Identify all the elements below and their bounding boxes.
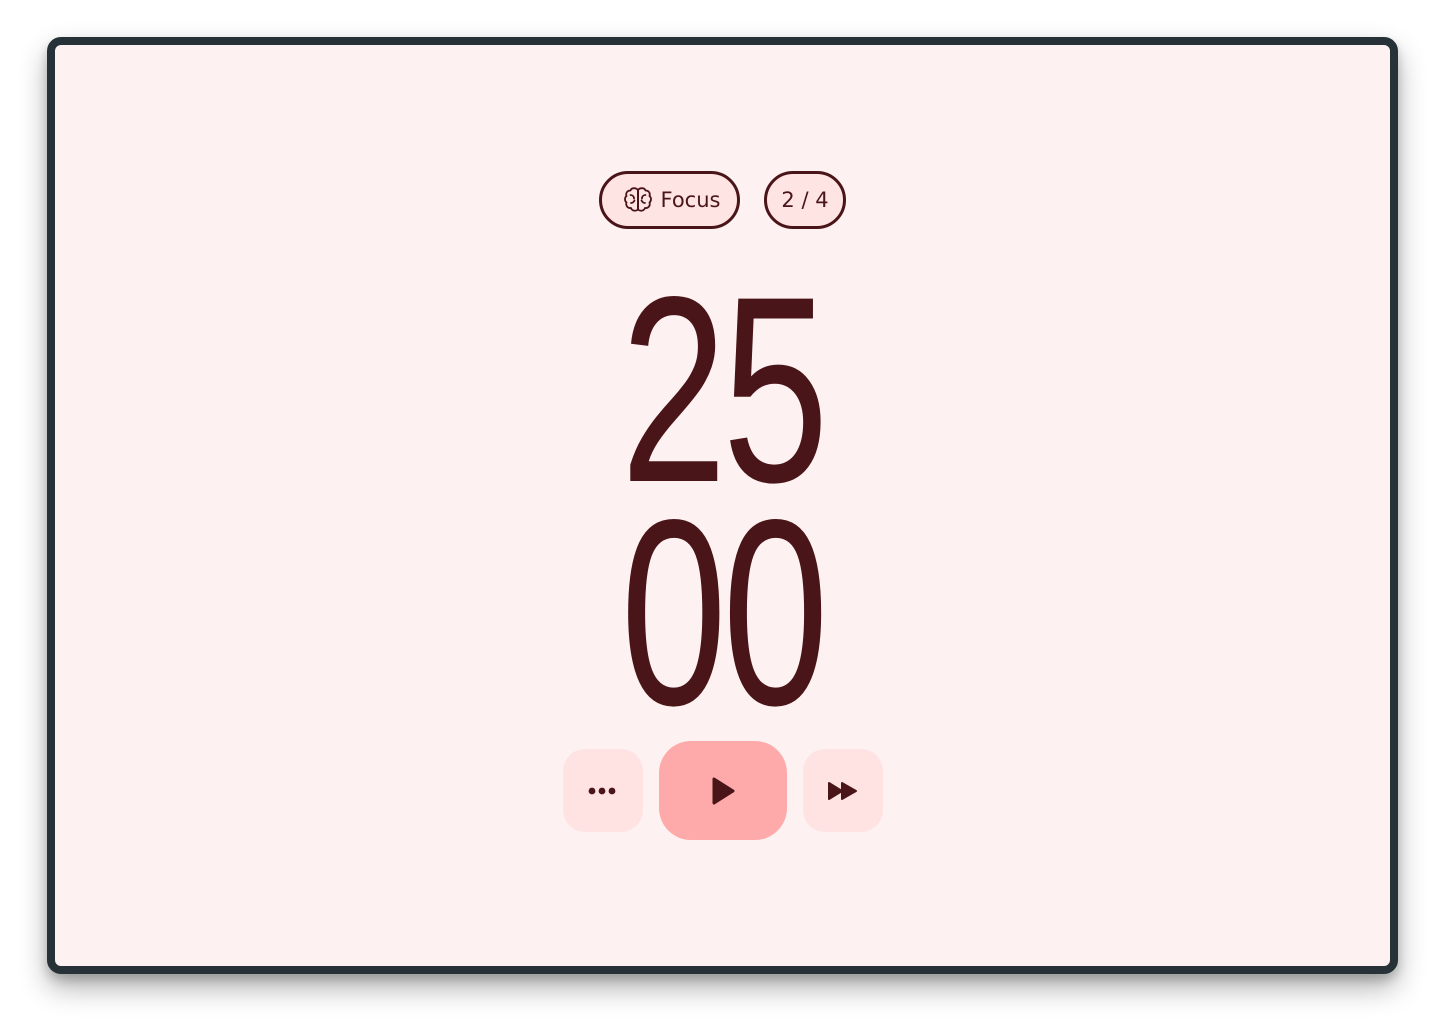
fast-forward-icon xyxy=(827,781,859,801)
more-horizontal-icon xyxy=(588,787,618,795)
play-icon xyxy=(710,776,736,806)
skip-button[interactable] xyxy=(803,749,883,832)
brain-icon xyxy=(623,186,653,214)
more-options-button[interactable] xyxy=(563,749,643,832)
app-window: Focus 2 / 4 25 00 xyxy=(47,37,1398,974)
play-button[interactable] xyxy=(659,741,787,840)
session-counter-label: 2 / 4 xyxy=(781,188,829,212)
mode-label: Focus xyxy=(660,188,721,212)
mode-chip[interactable]: Focus xyxy=(599,171,740,229)
timer-seconds: 00 xyxy=(620,465,829,761)
session-counter-chip[interactable]: 2 / 4 xyxy=(764,171,846,229)
